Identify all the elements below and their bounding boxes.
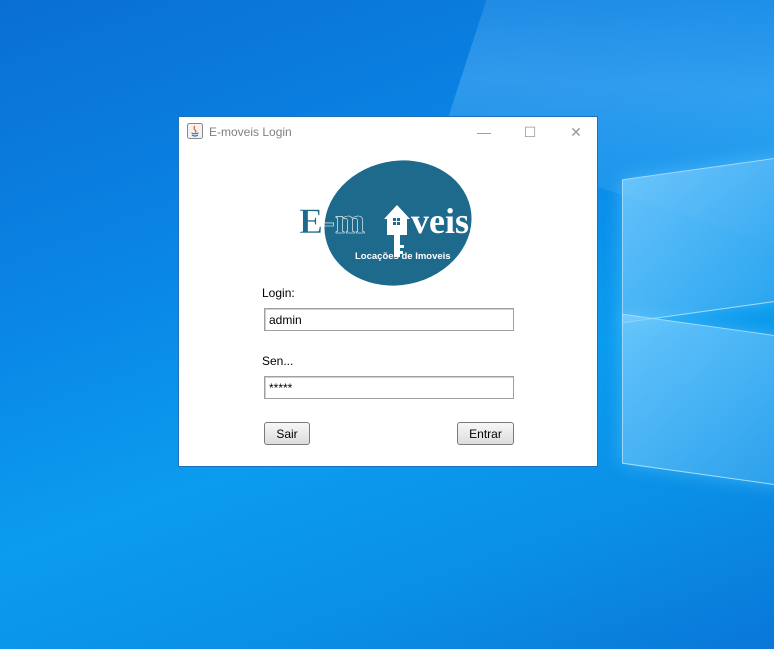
exit-button[interactable]: Sair bbox=[264, 422, 310, 445]
maximize-button[interactable]: ☐ bbox=[507, 117, 553, 147]
desktop: E-moveis Login — ☐ ✕ E-m veis Locações d… bbox=[0, 0, 774, 649]
login-input[interactable] bbox=[264, 308, 514, 331]
wallpaper-logo-pane-bottom bbox=[622, 313, 774, 487]
minimize-button[interactable]: — bbox=[461, 117, 507, 147]
login-window: E-moveis Login — ☐ ✕ E-m veis Locações d… bbox=[178, 116, 598, 467]
password-input[interactable] bbox=[264, 376, 514, 399]
window-title: E-moveis Login bbox=[209, 125, 292, 139]
wallpaper-logo-pane-top bbox=[622, 156, 774, 324]
password-label: Sen... bbox=[262, 354, 294, 368]
logo-brand-right: veis bbox=[411, 201, 469, 241]
enter-button[interactable]: Entrar bbox=[457, 422, 514, 445]
close-icon: ✕ bbox=[570, 123, 582, 140]
java-icon bbox=[187, 123, 203, 139]
maximize-icon: ☐ bbox=[523, 123, 537, 140]
login-label: Login: bbox=[262, 286, 295, 300]
logo-brand-left: E-m bbox=[299, 201, 365, 241]
title-bar[interactable]: E-moveis Login — ☐ ✕ bbox=[179, 117, 597, 147]
minimize-icon: — bbox=[477, 124, 491, 140]
brand-logo: E-m veis Locações de Imoveis bbox=[299, 160, 472, 286]
close-button[interactable]: ✕ bbox=[553, 117, 599, 147]
logo-tagline: Locações de Imoveis bbox=[355, 251, 451, 262]
